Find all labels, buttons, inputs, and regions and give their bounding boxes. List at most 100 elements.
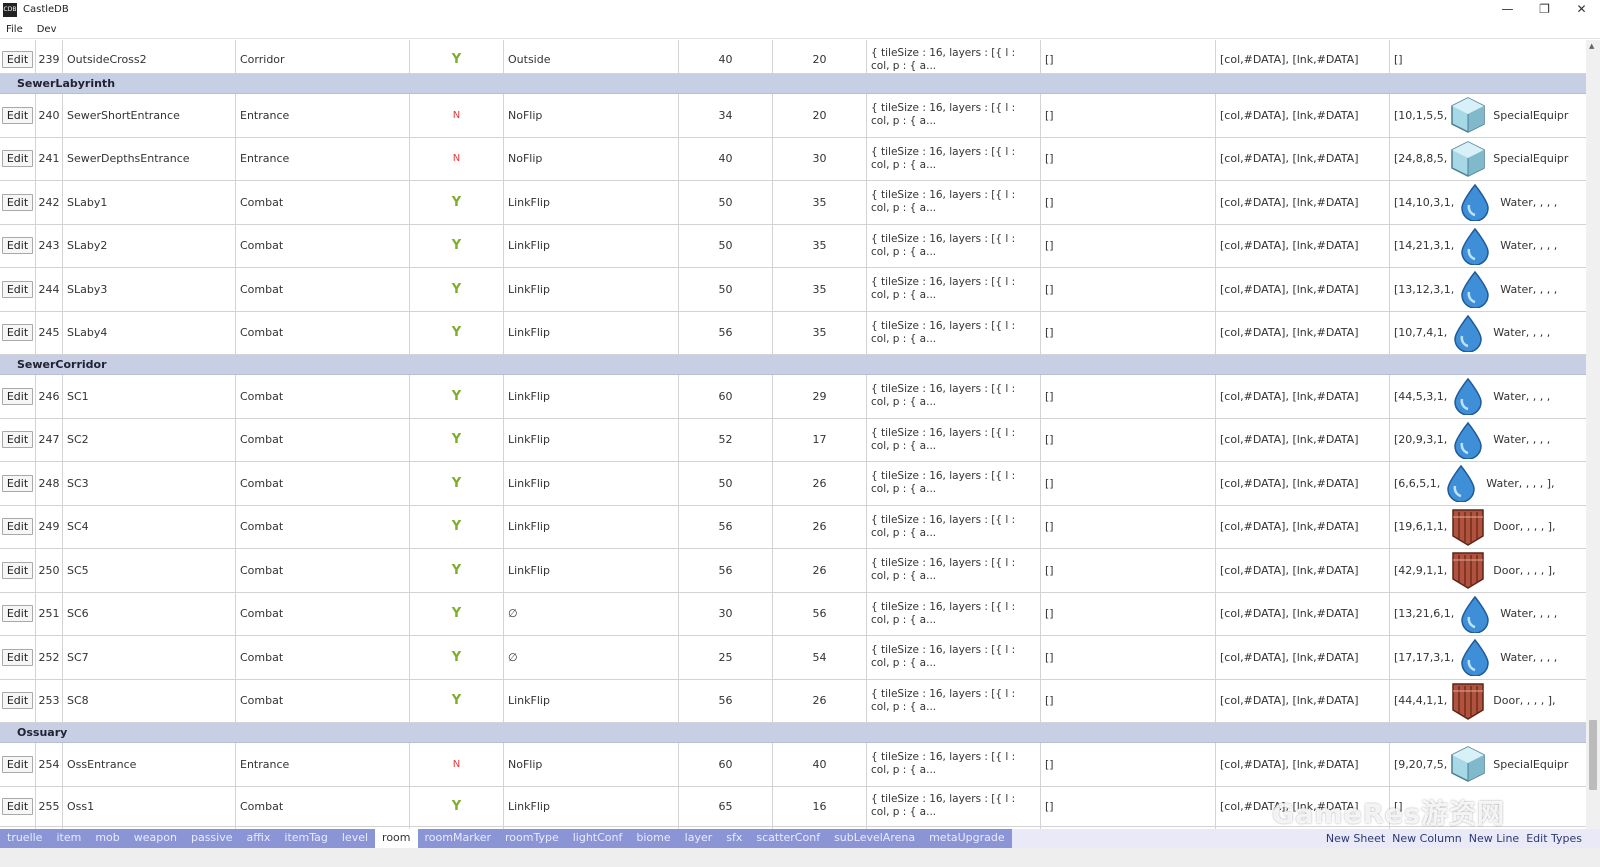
list-cell[interactable]: [] bbox=[1041, 224, 1216, 267]
collision-cell[interactable]: [col,#DATA], [lnk,#DATA] bbox=[1216, 137, 1390, 180]
flag-cell[interactable]: N bbox=[410, 94, 504, 137]
collision-cell[interactable]: [col,#DATA], [lnk,#DATA] bbox=[1216, 636, 1390, 679]
vertical-scrollbar[interactable]: ▲ bbox=[1586, 40, 1600, 848]
tab-subLevelArena[interactable]: subLevelArena bbox=[827, 829, 922, 848]
width-cell[interactable]: 34 bbox=[679, 94, 773, 137]
list-cell[interactable]: [] bbox=[1041, 679, 1216, 722]
edit-button[interactable]: Edit bbox=[1, 51, 34, 68]
level-data-cell[interactable]: { tileSize : 16, layers : [{ l : col, p … bbox=[867, 94, 1041, 137]
edit-button[interactable]: Edit bbox=[1, 280, 34, 298]
close-icon[interactable]: ✕ bbox=[1563, 0, 1600, 19]
room-type-cell[interactable]: Combat bbox=[236, 311, 410, 354]
minimize-icon[interactable]: — bbox=[1489, 0, 1526, 19]
tab-mob[interactable]: mob bbox=[88, 829, 126, 848]
markers-cell[interactable]: [] bbox=[1390, 40, 1570, 73]
edit-button[interactable]: Edit bbox=[1, 474, 34, 492]
width-cell[interactable]: 65 bbox=[679, 786, 773, 826]
height-cell[interactable]: 54 bbox=[773, 636, 867, 679]
level-data-cell[interactable]: { tileSize : 16, layers : [{ l : col, p … bbox=[867, 636, 1041, 679]
collision-cell[interactable]: [col,#DATA], [lnk,#DATA] bbox=[1216, 592, 1390, 635]
markers-cell[interactable]: [17,17,3,1, Water, , , , bbox=[1390, 636, 1570, 679]
collision-cell[interactable]: [col,#DATA], [lnk,#DATA] bbox=[1216, 375, 1390, 418]
markers-cell[interactable]: [13,21,6,1, Water, , , , bbox=[1390, 593, 1570, 636]
height-cell[interactable]: 56 bbox=[773, 592, 867, 635]
flag-cell[interactable]: Y bbox=[410, 505, 504, 548]
level-data-cell[interactable]: { tileSize : 16, layers : [{ l : col, p … bbox=[867, 311, 1041, 354]
collision-cell[interactable]: [col,#DATA], [lnk,#DATA] bbox=[1216, 311, 1390, 354]
list-cell[interactable]: [] bbox=[1041, 40, 1216, 73]
list-cell[interactable]: [] bbox=[1041, 137, 1216, 180]
height-cell[interactable]: 35 bbox=[773, 311, 867, 354]
markers-cell[interactable]: [44,4,1,1, Door, , , , ], bbox=[1390, 680, 1570, 723]
edit-button[interactable]: Edit bbox=[1, 518, 34, 536]
list-cell[interactable]: [] bbox=[1041, 311, 1216, 354]
collision-cell[interactable]: [col,#DATA], [lnk,#DATA] bbox=[1216, 94, 1390, 137]
edit-types-button[interactable]: Edit Types bbox=[1526, 829, 1582, 848]
room-name-cell[interactable]: SLaby3 bbox=[63, 268, 236, 311]
collision-cell[interactable]: [col,#DATA], [lnk,#DATA] bbox=[1216, 786, 1390, 826]
flag-cell[interactable]: Y bbox=[410, 549, 504, 592]
edit-button[interactable]: Edit bbox=[1, 324, 34, 342]
list-cell[interactable]: [] bbox=[1041, 505, 1216, 548]
edit-button[interactable]: Edit bbox=[1, 431, 34, 449]
scrollbar-thumb[interactable] bbox=[1589, 720, 1597, 790]
list-cell[interactable]: [] bbox=[1041, 636, 1216, 679]
level-data-cell[interactable]: { tileSize : 16, layers : [{ l : col, p … bbox=[867, 137, 1041, 180]
room-type-cell[interactable]: Combat bbox=[236, 549, 410, 592]
room-name-cell[interactable]: SewerShortEntrance bbox=[63, 94, 236, 137]
collision-cell[interactable]: [col,#DATA], [lnk,#DATA] bbox=[1216, 462, 1390, 505]
room-type-cell[interactable]: Combat bbox=[236, 375, 410, 418]
flag-cell[interactable]: Y bbox=[410, 636, 504, 679]
markers-cell[interactable]: [10,1,5,5, SpecialEquipr bbox=[1390, 94, 1570, 137]
menu-file[interactable]: File bbox=[6, 24, 23, 35]
edit-button[interactable]: Edit bbox=[1, 193, 34, 211]
collision-cell[interactable]: [col,#DATA], [lnk,#DATA] bbox=[1216, 505, 1390, 548]
width-cell[interactable]: 56 bbox=[679, 549, 773, 592]
flip-cell[interactable]: LinkFlip bbox=[504, 418, 679, 461]
level-data-cell[interactable]: { tileSize : 16, layers : [{ l : col, p … bbox=[867, 505, 1041, 548]
flip-cell[interactable]: LinkFlip bbox=[504, 505, 679, 548]
edit-button[interactable]: Edit bbox=[1, 755, 34, 773]
edit-button[interactable]: Edit bbox=[1, 692, 34, 710]
tab-metaUpgrade[interactable]: metaUpgrade bbox=[922, 829, 1012, 848]
level-data-cell[interactable]: { tileSize : 16, layers : [{ l : col, p … bbox=[867, 224, 1041, 267]
level-data-cell[interactable]: { tileSize : 16, layers : [{ l : col, p … bbox=[867, 418, 1041, 461]
flip-cell[interactable]: NoFlip bbox=[504, 743, 679, 786]
flag-cell[interactable]: Y bbox=[410, 268, 504, 311]
width-cell[interactable]: 40 bbox=[679, 40, 773, 73]
flip-cell[interactable]: LinkFlip bbox=[504, 224, 679, 267]
level-data-cell[interactable]: { tileSize : 16, layers : [{ l : col, p … bbox=[867, 268, 1041, 311]
width-cell[interactable]: 50 bbox=[679, 268, 773, 311]
width-cell[interactable]: 56 bbox=[679, 679, 773, 722]
markers-cell[interactable]: [9,20,7,5, SpecialEquipr bbox=[1390, 743, 1570, 786]
room-type-cell[interactable]: Combat bbox=[236, 636, 410, 679]
level-data-cell[interactable]: { tileSize : 16, layers : [{ l : col, p … bbox=[867, 786, 1041, 826]
room-name-cell[interactable]: SLaby1 bbox=[63, 181, 236, 224]
tab-biome[interactable]: biome bbox=[629, 829, 677, 848]
markers-cell[interactable]: [] bbox=[1390, 787, 1570, 826]
level-data-cell[interactable]: { tileSize : 16, layers : [{ l : col, p … bbox=[867, 743, 1041, 786]
room-name-cell[interactable]: Oss1 bbox=[63, 786, 236, 826]
room-type-cell[interactable]: Combat bbox=[236, 592, 410, 635]
edit-button[interactable]: Edit bbox=[1, 237, 34, 255]
flag-cell[interactable]: Y bbox=[410, 786, 504, 826]
room-type-cell[interactable]: Combat bbox=[236, 181, 410, 224]
room-type-cell[interactable]: Combat bbox=[236, 679, 410, 722]
level-data-cell[interactable]: { tileSize : 16, layers : [{ l : col, p … bbox=[867, 592, 1041, 635]
room-name-cell[interactable]: OutsideCross2 bbox=[63, 40, 236, 73]
flip-cell[interactable]: ∅ bbox=[504, 592, 679, 635]
flag-cell[interactable]: Y bbox=[410, 679, 504, 722]
flip-cell[interactable]: NoFlip bbox=[504, 137, 679, 180]
list-cell[interactable]: [] bbox=[1041, 462, 1216, 505]
room-type-cell[interactable]: Combat bbox=[236, 418, 410, 461]
flip-cell[interactable]: LinkFlip bbox=[504, 462, 679, 505]
tab-level[interactable]: level bbox=[335, 829, 375, 848]
collision-cell[interactable]: [col,#DATA], [lnk,#DATA] bbox=[1216, 181, 1390, 224]
height-cell[interactable]: 35 bbox=[773, 224, 867, 267]
markers-cell[interactable]: [14,10,3,1, Water, , , , bbox=[1390, 181, 1570, 224]
edit-button[interactable]: Edit bbox=[1, 605, 34, 623]
height-cell[interactable]: 17 bbox=[773, 418, 867, 461]
list-cell[interactable]: [] bbox=[1041, 418, 1216, 461]
level-data-cell[interactable]: { tileSize : 16, layers : [{ l : col, p … bbox=[867, 40, 1041, 73]
width-cell[interactable]: 50 bbox=[679, 181, 773, 224]
